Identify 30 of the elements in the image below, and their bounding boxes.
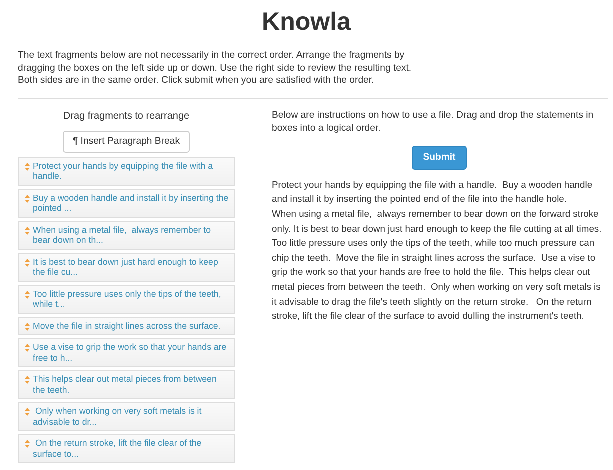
instruction-text: The text fragments below are not necessarily in the correct order. Arrange the fragments by [18, 50, 406, 62]
instruction-text: Both sides are in the same order. Click submit when you are satisfied with the order. [18, 75, 376, 88]
drag-handle-icon[interactable] [25, 226, 30, 235]
fragment-box[interactable]: Use a vise to grip the work so that your hands are free to h... [18, 338, 235, 368]
preview-paragraph: Protect your hands by equipping the file with a handle. Buy a wooden handle and install it by inserting the pointed end of the file into the handle hole. [272, 178, 594, 206]
preview-paragraph: When using a metal file, always remember to bear down on the forward stroke only. It is best to bear down just hard enough to keep the file cutting at all times. Too little pressure uses only the tips of the teeth, while too much pressure can chip the teeth. Move the file in straight lines across the surface. Use a vise to grip the work so that your hands are free to hold the file. This helps clear out metal pieces from between the teeth. Only when working on very soft metals is it advisable to drag the file's teeth slightly on the return stroke. On the return stroke, lift the file clear of the surface to avoid dulling the instrument's teeth. [272, 207, 603, 324]
drag-handle-icon[interactable] [25, 258, 30, 267]
section-heading: Drag fragments to rearrange [62, 110, 191, 124]
drag-handle-icon[interactable] [25, 440, 30, 448]
drag-handle-icon[interactable] [25, 322, 30, 331]
fragment-box[interactable]: On the return stroke, lift the file clear of the surface to... [18, 434, 235, 464]
drag-handle-icon[interactable] [25, 162, 30, 171]
drag-handle-icon[interactable] [25, 408, 30, 416]
fragment-box[interactable]: Move the file in straight lines across the surface. [18, 316, 235, 336]
submit-button[interactable]: Submit [412, 146, 467, 170]
drag-handle-icon[interactable] [25, 194, 30, 203]
fragment-box[interactable]: This helps clear out metal pieces from between the teeth. [18, 370, 235, 400]
drag-handle-icon[interactable] [25, 290, 30, 299]
fragment-box[interactable]: Only when working on very soft metals is it advisable to dr... [18, 402, 235, 432]
fragment-box[interactable]: When using a metal file, always remember to bear down on th... [18, 220, 235, 250]
instruction-text: dragging the boxes on the left side up or down. Use the right side to review the resulting text. [18, 62, 413, 75]
drag-handle-icon[interactable] [25, 344, 30, 352]
fragment-box[interactable]: It is best to bear down just hard enough to keep the file cu... [18, 252, 235, 282]
insert-paragraph-break-button[interactable]: ¶ Insert Paragraph Break [62, 130, 190, 153]
drag-handle-icon[interactable] [25, 376, 30, 384]
fragment-box[interactable]: Protect your hands by equipping the file with a handle. [18, 156, 235, 186]
fragment-box[interactable]: Too little pressure uses only the tips of the teeth, while t... [18, 284, 235, 314]
page-title: Knowla [261, 7, 352, 38]
fragment-box[interactable]: Buy a wooden handle and install it by inserting the pointed ... [18, 188, 235, 218]
task-description: Below are instructions on how to use a file. Drag and drop the statements in boxes into a logical order. [272, 108, 595, 136]
